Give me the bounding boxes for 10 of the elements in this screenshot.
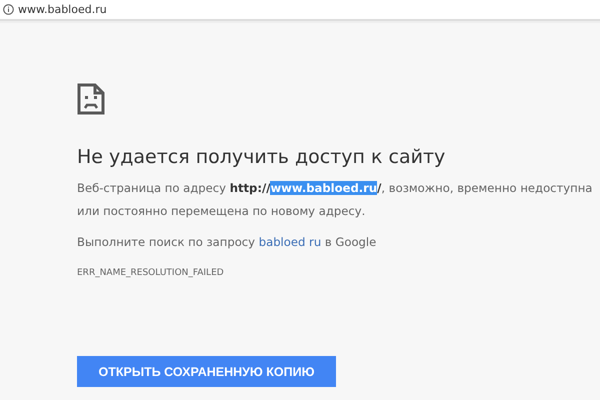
url-text: www.babloed.ru	[18, 3, 107, 16]
open-cached-copy-button[interactable]: ОТКРЫТЬ СОХРАНЕННУЮ КОПИЮ	[77, 356, 336, 387]
search-suggestion: Выполните поиск по запросу babloed ru в Google	[77, 234, 378, 251]
error-description: Веб-страница по адресу http://www.babloed.ru/, возможно, временно недоступна или постоянно перемещена по новому адресу.	[77, 180, 594, 220]
error-title: Не удается получить доступ к сайту	[77, 145, 446, 169]
info-icon	[3, 4, 14, 15]
address-bar[interactable]: www.babloed.ru	[0, 0, 600, 21]
error-code: ERR_NAME_RESOLUTION_FAILED	[77, 268, 225, 278]
search-link[interactable]: babloed ru	[258, 235, 322, 249]
sad-page-icon	[77, 83, 105, 115]
